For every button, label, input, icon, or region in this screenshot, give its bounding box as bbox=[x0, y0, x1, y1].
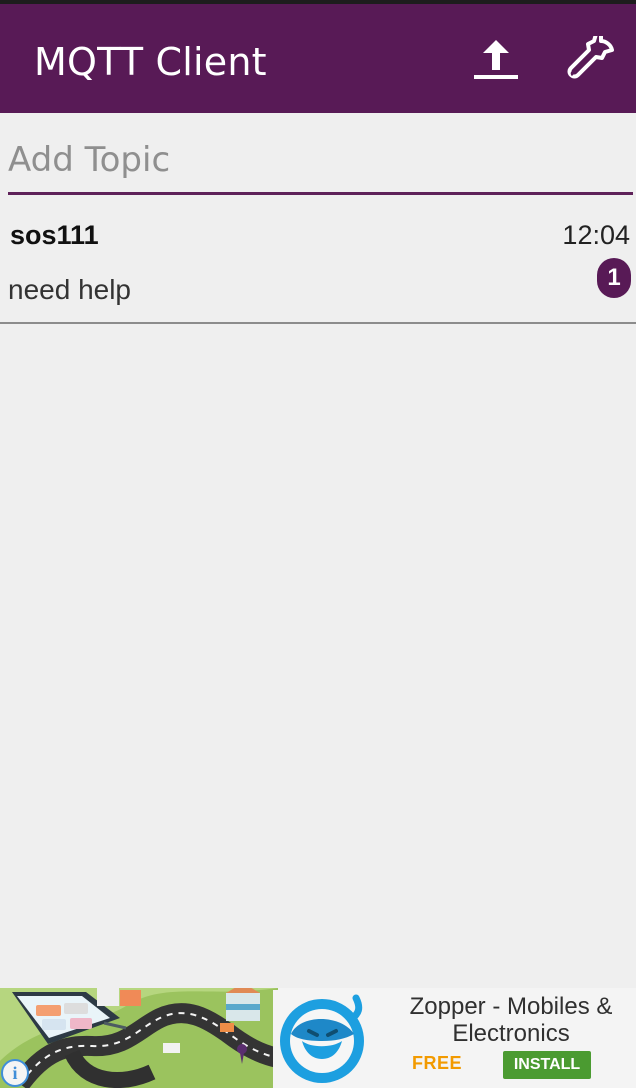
add-topic-input[interactable] bbox=[8, 134, 633, 186]
add-topic-field bbox=[8, 134, 633, 195]
topic-last-message: need help bbox=[8, 274, 132, 305]
wrench-icon[interactable] bbox=[562, 36, 618, 86]
app-title: MQTT Client bbox=[34, 40, 267, 84]
ad-illustration bbox=[0, 988, 278, 1088]
ad-price: FREE bbox=[412, 1053, 463, 1073]
ad-banner[interactable]: Zopper - Mobiles & Electronics FREE INST… bbox=[0, 988, 636, 1088]
upload-icon[interactable] bbox=[468, 36, 524, 86]
topic-name: sos111 bbox=[10, 220, 99, 250]
info-icon[interactable]: i bbox=[1, 1059, 29, 1087]
app-bar: MQTT Client bbox=[0, 4, 636, 113]
topic-time: 12:04 bbox=[562, 220, 630, 250]
unread-count-badge: 1 bbox=[597, 258, 631, 298]
zopper-logo-icon bbox=[273, 990, 371, 1088]
install-button[interactable]: INSTALL bbox=[503, 1051, 591, 1079]
topic-row[interactable]: sos111 12:04 need help 1 bbox=[0, 196, 636, 324]
ad-title: Zopper - Mobiles & Electronics bbox=[409, 993, 613, 1047]
